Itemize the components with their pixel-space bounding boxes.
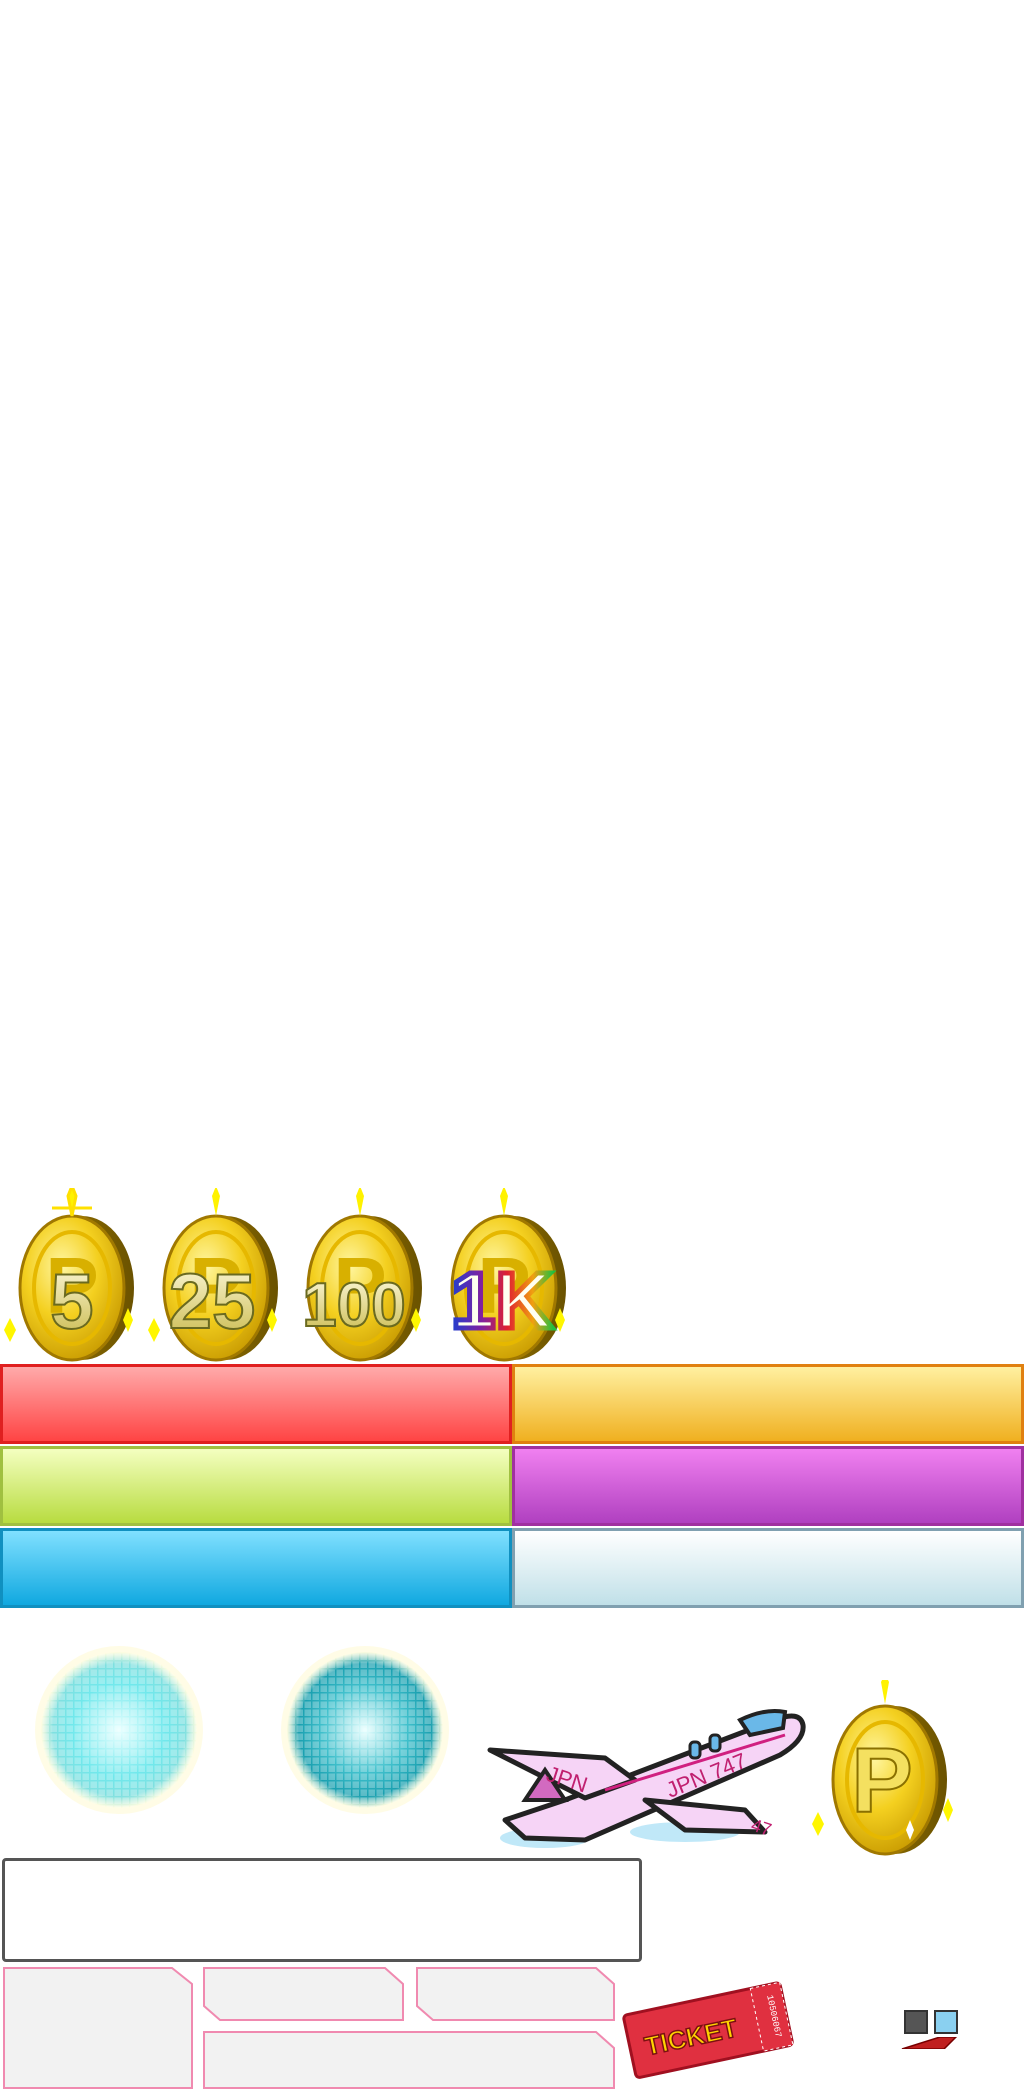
coin-value: 5 xyxy=(50,1257,93,1345)
tab-panels xyxy=(3,1967,615,2089)
coin-5[interactable]: P 5 xyxy=(2,1188,142,1370)
panel-wide xyxy=(203,2031,615,2089)
airplane-icon: JPN JPN 747 47 xyxy=(485,1680,815,1860)
coin-value: 100 xyxy=(302,1271,405,1340)
gold-p-coin-icon: P 1K xyxy=(448,1188,566,1362)
dark-square-icon xyxy=(904,2010,928,2034)
red-bar[interactable] xyxy=(0,1364,512,1444)
panel-large-left xyxy=(3,1967,193,2089)
message-panel xyxy=(2,1858,642,1962)
coin-value: 1K xyxy=(451,1256,553,1345)
ticket-icon[interactable]: TICKET 10506067 xyxy=(618,1980,800,2080)
coin-1k[interactable]: P 1K xyxy=(434,1188,574,1370)
coin-25[interactable]: P 25 xyxy=(146,1188,286,1370)
disco-ball-teal-icon xyxy=(280,1645,450,1815)
coin-value: 25 xyxy=(169,1257,256,1345)
panel-tab-1 xyxy=(203,1967,404,2021)
gold-p-coin-icon[interactable]: P xyxy=(810,1674,960,1860)
orange-bar[interactable] xyxy=(512,1364,1024,1444)
green-bar[interactable] xyxy=(0,1446,512,1526)
rocket-icon xyxy=(900,2036,964,2050)
gold-p-coin-icon: P 5 xyxy=(4,1188,134,1362)
purple-bar[interactable] xyxy=(512,1446,1024,1526)
disco-ball-light-icon xyxy=(34,1645,204,1815)
coin-100[interactable]: P 100 xyxy=(290,1188,430,1370)
gold-p-coin-icon: P 100 xyxy=(301,1188,422,1362)
light-square-icon xyxy=(934,2010,958,2034)
p-letter: P xyxy=(851,1730,912,1832)
light-bar[interactable] xyxy=(512,1528,1024,1608)
panel-tab-2 xyxy=(416,1967,615,2021)
gold-p-coin-icon: P 25 xyxy=(148,1188,278,1362)
blue-bar[interactable] xyxy=(0,1528,512,1608)
